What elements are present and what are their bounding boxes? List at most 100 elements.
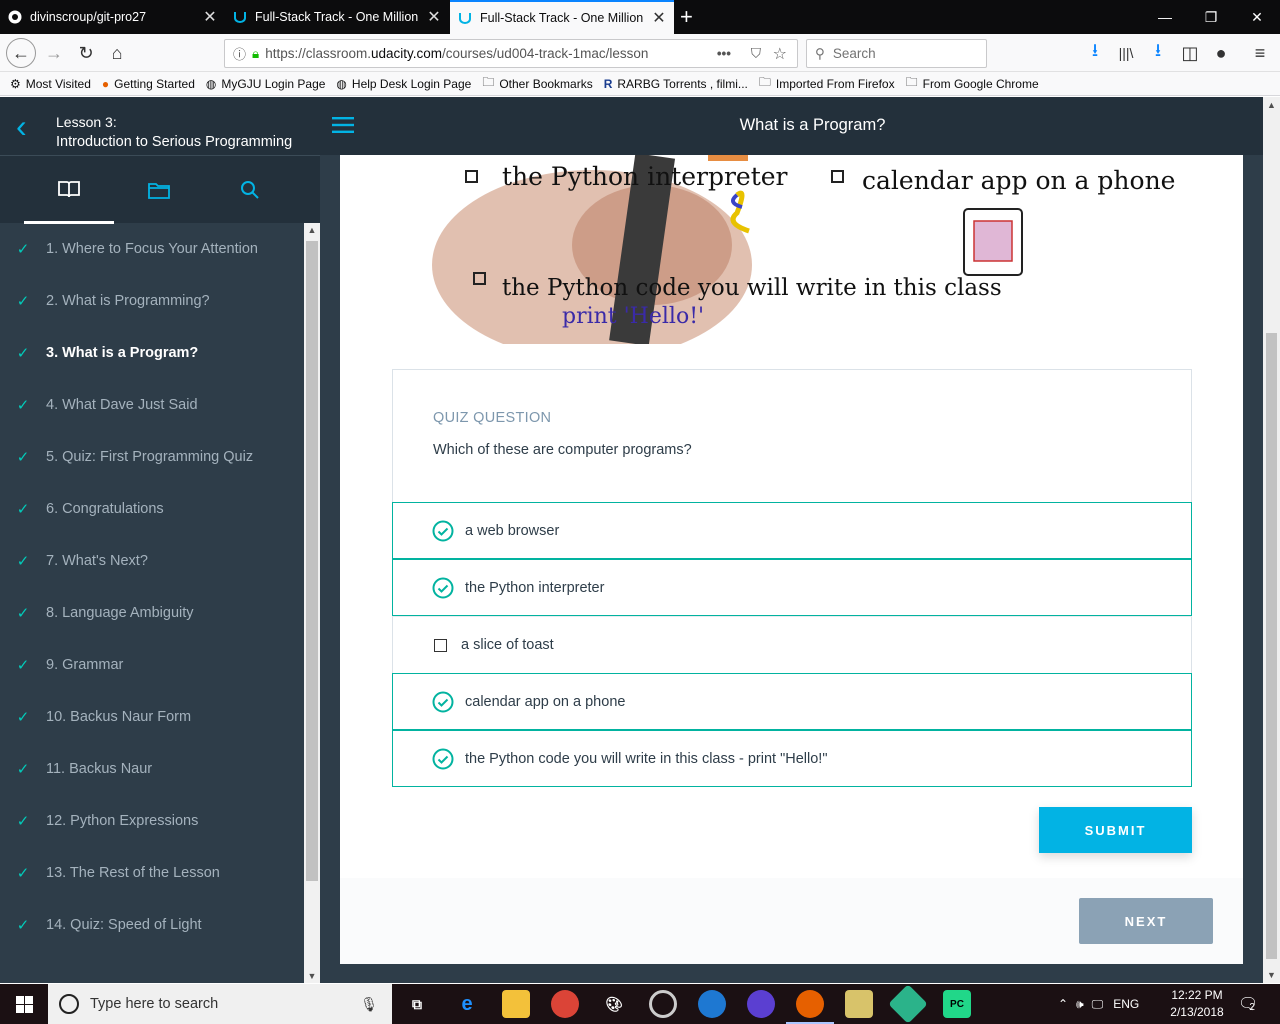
close-window-icon[interactable]: ✕ xyxy=(1234,0,1280,34)
quiz-option-selected[interactable]: a web browser xyxy=(392,502,1192,559)
concept-item[interactable]: ✓ 5. Quiz: First Programming Quiz xyxy=(0,431,304,483)
quiz-label: QUIZ QUESTION xyxy=(433,410,552,426)
minimize-icon[interactable]: — xyxy=(1142,0,1188,34)
concept-item-current[interactable]: ✓ 3. What is a Program? xyxy=(0,327,304,379)
page-scrollbar[interactable]: ▲ ▼ xyxy=(1263,97,1280,983)
sticky-notes-icon[interactable] xyxy=(845,990,873,1018)
chevron-left-icon[interactable]: ‹ xyxy=(16,110,27,142)
concept-label: 6. Congratulations xyxy=(46,501,164,517)
file-explorer-icon[interactable] xyxy=(502,990,530,1018)
pycharm-icon[interactable]: PC xyxy=(943,990,971,1018)
close-tab-icon[interactable]: ✕ xyxy=(203,7,217,27)
concept-item[interactable]: ✓ 6. Congratulations xyxy=(0,483,304,535)
home-button[interactable]: ⌂ xyxy=(103,39,131,67)
concept-item[interactable]: ✓ 14. Quiz: Speed of Light xyxy=(0,899,304,951)
browser-tab[interactable]: divinscroup/git-pro27 ✕ xyxy=(0,0,225,34)
concept-item[interactable]: ✓ 9. Grammar xyxy=(0,639,304,691)
scroll-down-icon[interactable]: ▼ xyxy=(1263,970,1280,980)
tab-concepts[interactable] xyxy=(24,156,114,224)
chrome-icon[interactable] xyxy=(551,990,579,1018)
sidebar-toggle-icon[interactable]: ◫ xyxy=(1176,39,1204,67)
concept-item[interactable]: ✓ 13. The Rest of the Lesson xyxy=(0,847,304,899)
forward-button[interactable]: → xyxy=(40,39,68,67)
concept-item[interactable]: ✓ 7. What's Next? xyxy=(0,535,304,587)
firefox-nightly-icon[interactable] xyxy=(747,990,775,1018)
bookmark-item[interactable]: ● Getting Started xyxy=(102,77,195,91)
bookmark-label: RARBG Torrents , filmi... xyxy=(617,76,748,91)
firefox-icon[interactable] xyxy=(786,990,834,1024)
reload-button[interactable]: ↻ xyxy=(72,39,100,67)
sourcetree-icon[interactable] xyxy=(888,984,928,1024)
concept-item[interactable]: ✓ 4. What Dave Just Said xyxy=(0,379,304,431)
action-center-icon[interactable]: 🗨︎ 2 xyxy=(1238,984,1258,1024)
windows-taskbar: Type here to search 🎙︎ ⧉ e 🎨︎ PC ⌃ 🕪︎ 🖵︎… xyxy=(0,984,1280,1024)
concept-label: 2. What is Programming? xyxy=(46,293,210,309)
download-arrow-icon[interactable]: ⭳ xyxy=(1144,39,1172,67)
tab-resources[interactable] xyxy=(114,156,204,224)
lesson-video-still[interactable]: the Python interpreter calendar app on a… xyxy=(392,155,1192,344)
folder-icon: 🗀 xyxy=(905,75,918,89)
taskbar-search-input[interactable]: Type here to search 🎙︎ xyxy=(48,984,392,1024)
scrollbar-thumb[interactable] xyxy=(1266,333,1277,959)
quiz-option-selected[interactable]: the Python code you will write in this c… xyxy=(392,730,1192,787)
network-icon[interactable]: 🖵︎ xyxy=(1092,997,1104,1012)
quiz-option-selected[interactable]: calendar app on a phone xyxy=(392,673,1192,730)
concept-item[interactable]: ✓ 10. Backus Naur Form xyxy=(0,691,304,743)
bookmark-item[interactable]: 🗀 Other Bookmarks xyxy=(482,73,592,94)
concept-item[interactable]: ✓ 11. Backus Naur xyxy=(0,743,304,795)
checkmark-icon: ✓ xyxy=(16,345,30,362)
bookmark-item[interactable]: ⚙ Most Visited xyxy=(10,77,91,91)
quiz-option[interactable]: a slice of toast xyxy=(392,616,1192,673)
new-tab-button[interactable]: + xyxy=(680,4,693,30)
extension-icon[interactable]: ● xyxy=(1207,39,1235,67)
back-button[interactable]: ← xyxy=(6,38,36,68)
submit-button[interactable]: SUBMIT xyxy=(1039,807,1192,853)
bookmark-item[interactable]: ◍ Help Desk Login Page xyxy=(336,77,471,91)
checkbox[interactable] xyxy=(434,638,447,652)
bookmark-item[interactable]: 🗀 From Google Chrome xyxy=(906,73,1039,94)
restore-icon[interactable]: ❐ xyxy=(1188,0,1234,34)
concept-item[interactable]: ✓ 2. What is Programming? xyxy=(0,275,304,327)
bookmark-label: From Google Chrome xyxy=(922,76,1039,91)
concept-item[interactable]: ✓ 12. Python Expressions xyxy=(0,795,304,847)
browser-tab[interactable]: Full-Stack Track - One Million A ✕ xyxy=(225,0,449,34)
bookmark-item[interactable]: 🗀 Imported From Firefox xyxy=(759,73,895,94)
paint-icon[interactable]: 🎨︎ xyxy=(600,990,628,1018)
close-tab-icon[interactable]: ✕ xyxy=(652,8,666,28)
tab-search[interactable] xyxy=(205,156,295,224)
search-icon xyxy=(241,181,259,199)
app-icon[interactable] xyxy=(649,990,677,1018)
library-icon[interactable]: |||\ xyxy=(1112,39,1140,67)
bookmark-star-icon[interactable]: ☆ xyxy=(773,44,787,64)
firefox-dev-icon[interactable] xyxy=(698,990,726,1018)
taskbar-clock[interactable]: 12:22 PM 2/13/2018 xyxy=(1164,987,1230,1021)
close-tab-icon[interactable]: ✕ xyxy=(427,7,441,27)
next-button[interactable]: NEXT xyxy=(1079,898,1213,944)
scroll-up-icon[interactable]: ▲ xyxy=(304,225,320,235)
concept-item[interactable]: ✓ 8. Language Ambiguity xyxy=(0,587,304,639)
language-indicator[interactable]: ENG xyxy=(1113,997,1139,1011)
edge-icon[interactable]: e xyxy=(453,990,481,1018)
scroll-down-icon[interactable]: ▼ xyxy=(304,971,320,981)
menu-icon[interactable]: ≡ xyxy=(1246,39,1274,67)
url-bar[interactable]: ⓘ 🔒︎ https://classroom. udacity.com/cours… xyxy=(224,39,798,68)
concept-item[interactable]: ✓ 1. Where to Focus Your Attention xyxy=(0,223,304,275)
chevron-up-icon[interactable]: ⌃ xyxy=(1058,997,1068,1011)
sidebar-scrollbar[interactable]: ▲ ▼ xyxy=(304,223,320,983)
scroll-up-icon[interactable]: ▲ xyxy=(1263,100,1280,110)
browser-tab-active[interactable]: Full-Stack Track - One Million A ✕ xyxy=(450,0,674,34)
microphone-icon[interactable]: 🎙︎ xyxy=(360,996,378,1013)
bookmark-item[interactable]: ◍ MyGJU Login Page xyxy=(206,77,326,91)
quiz-option-selected[interactable]: the Python interpreter xyxy=(392,559,1192,616)
volume-icon[interactable]: 🕪︎ xyxy=(1076,997,1084,1012)
concept-label: 1. Where to Focus Your Attention xyxy=(46,241,258,257)
downloads-icon[interactable]: ⭳ xyxy=(1081,39,1109,67)
page-actions-icon[interactable]: ••• xyxy=(717,46,731,61)
pocket-icon[interactable]: ⛉ xyxy=(751,46,761,62)
windows-start-button[interactable] xyxy=(0,984,48,1024)
info-icon[interactable]: ⓘ xyxy=(233,44,246,63)
bookmark-item[interactable]: R RARBG Torrents , filmi... xyxy=(604,77,748,91)
scrollbar-thumb[interactable] xyxy=(306,241,318,881)
task-view-icon[interactable]: ⧉ xyxy=(403,990,431,1018)
search-bar[interactable]: ⚲ Search xyxy=(806,39,987,68)
